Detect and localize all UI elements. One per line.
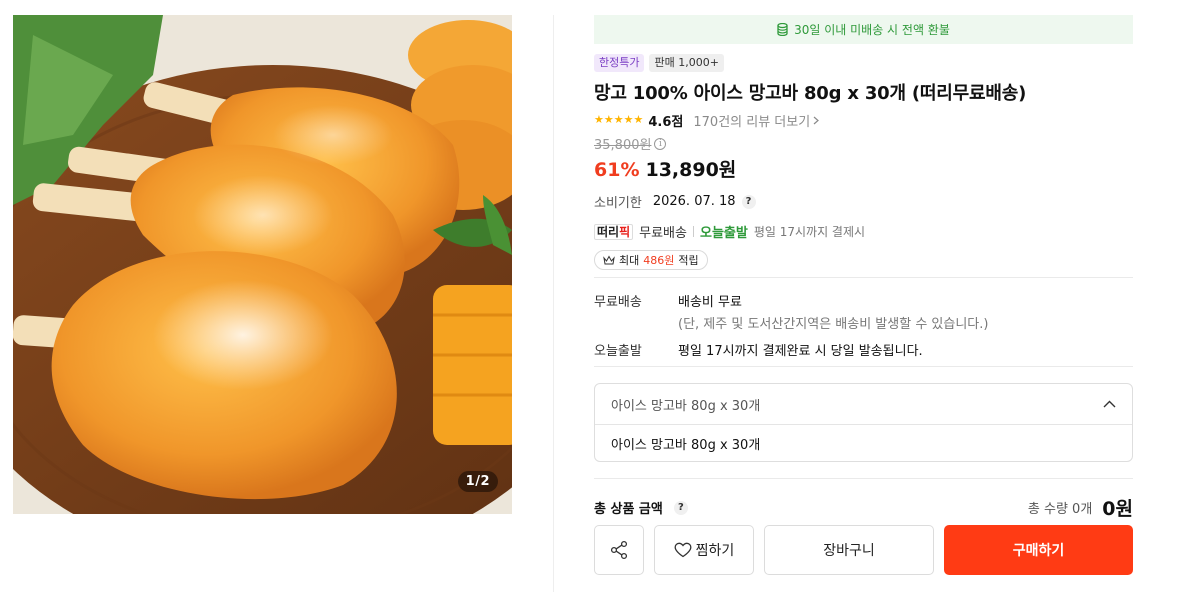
section-divider: [594, 478, 1133, 479]
wishlist-button[interactable]: 찜하기: [654, 525, 754, 575]
info-icon[interactable]: i: [654, 137, 667, 150]
image-counter: 1/2: [457, 471, 498, 492]
expiry-label: 소비기한: [594, 196, 642, 211]
free-shipping-value: 배송비 무료: [678, 295, 742, 310]
product-title: 망고 100% 아이스 망고바 80g x 30개 (떠리무료배송): [594, 83, 1027, 104]
chevron-up-icon: [1103, 400, 1116, 408]
ttaeri-pick-logo: 떠리픽: [594, 223, 634, 240]
star-icon: ★: [594, 113, 604, 126]
refund-banner-text: 30일 이내 미배송 시 전액 환불: [794, 23, 950, 37]
coin-stack-icon: [777, 23, 788, 36]
star-icon: ★: [603, 113, 614, 126]
refund-banner: 30일 이내 미배송 시 전액 환불: [594, 15, 1133, 44]
review-link-text: 170건의 리뷰 더보기: [693, 114, 811, 130]
product-info: 30일 이내 미배송 시 전액 환불 한정특가 판매 1,000+ 망고 100…: [594, 15, 1133, 270]
column-divider: [553, 15, 554, 592]
today-shipping-desc: 평일 17시까지 결제시: [753, 225, 866, 239]
discount-rate: 61%: [594, 159, 640, 181]
points-suffix: 적립: [678, 254, 699, 267]
share-button[interactable]: [594, 525, 644, 575]
total-price: 0원: [1102, 498, 1133, 520]
total-value-group: 총 수량 0개 0원: [1028, 494, 1133, 521]
section-divider: [594, 366, 1133, 367]
logo-text-black: 떠리: [597, 224, 620, 239]
buy-button[interactable]: 구매하기: [944, 525, 1133, 575]
star-icon: ★: [613, 113, 624, 126]
chevron-right-icon: [813, 116, 820, 124]
total-row: 총 상품 금액 ? 총 수량 0개 0원: [594, 494, 1133, 521]
star-icon: ★: [623, 113, 634, 126]
option-selector: 아이스 망고바 80g x 30개 아이스 망고바 80g x 30개: [594, 383, 1133, 462]
free-shipping-row: 무료배송 배송비 무료 (단, 제주 및 도서산간지역은 배송비 발생할 수 있…: [594, 291, 1133, 332]
points-amount: 486원: [643, 254, 675, 267]
today-shipping-row: 오늘출발 평일 17시까지 결제완료 시 당일 발송됩니다.: [594, 340, 1133, 359]
total-label-group: 총 상품 금액 ?: [594, 498, 688, 517]
help-icon[interactable]: ?: [741, 194, 756, 209]
free-shipping-label: 무료배송: [639, 226, 687, 241]
today-shipping-value: 평일 17시까지 결제완료 시 당일 발송됩니다.: [678, 344, 923, 359]
option-dropdown-header[interactable]: 아이스 망고바 80g x 30개: [595, 384, 1132, 425]
logo-text-red: 픽: [619, 224, 631, 239]
share-icon: [610, 540, 628, 560]
wishlist-label: 찜하기: [695, 542, 735, 558]
points-badge[interactable]: 최대 486원 적립: [594, 250, 708, 270]
rating-stars: ★ ★ ★ ★ ★: [594, 114, 643, 126]
total-label: 총 상품 금액: [594, 502, 663, 517]
price-row: 61% 13,890원: [594, 155, 1133, 182]
today-shipping-label: 오늘출발: [699, 226, 748, 241]
product-image[interactable]: 1/2: [13, 15, 512, 514]
heart-icon: [674, 542, 692, 558]
option-selected-label: 아이스 망고바 80g x 30개: [611, 398, 761, 414]
original-price: 35,800원: [594, 138, 652, 153]
badge-row: 한정특가 판매 1,000+: [594, 54, 1133, 72]
rating-row: ★ ★ ★ ★ ★ 4.6점 170건의 리뷰 더보기: [594, 111, 1133, 130]
sale-price: 13,890원: [645, 159, 737, 181]
free-shipping-title: 무료배송: [594, 295, 642, 310]
sales-count-badge: 판매 1,000+: [649, 54, 724, 72]
total-quantity: 총 수량 0개: [1027, 502, 1093, 517]
cart-button[interactable]: 장바구니: [764, 525, 934, 575]
mango-bar-illustration: [13, 15, 512, 514]
free-shipping-note: (단, 제주 및 도서산간지역은 배송비 발생할 수 있습니다.): [678, 317, 989, 332]
expiry-row: 소비기한 2026. 07. 18 ?: [594, 192, 1133, 211]
today-shipping-title: 오늘출발: [594, 344, 642, 359]
option-list-item[interactable]: 아이스 망고바 80g x 30개: [595, 425, 1132, 462]
separator: [692, 226, 694, 237]
review-link[interactable]: 170건의 리뷰 더보기: [693, 111, 820, 130]
rating-score: 4.6점: [648, 114, 684, 130]
crown-icon: [603, 255, 615, 265]
original-price-row: 35,800원 i: [594, 134, 1133, 153]
delivery-info: 무료배송 배송비 무료 (단, 제주 및 도서산간지역은 배송비 발생할 수 있…: [594, 291, 1133, 359]
star-icon: ★: [633, 113, 644, 126]
expiry-date: 2026. 07. 18: [652, 194, 736, 209]
help-icon[interactable]: ?: [673, 500, 688, 515]
shipping-row: 떠리픽 무료배송 오늘출발 평일 17시까지 결제시: [594, 222, 1133, 241]
section-divider: [594, 277, 1133, 278]
limited-deal-badge: 한정특가: [594, 54, 645, 72]
action-buttons: 찜하기 장바구니 구매하기: [594, 525, 1133, 575]
points-prefix: 최대: [619, 254, 640, 267]
